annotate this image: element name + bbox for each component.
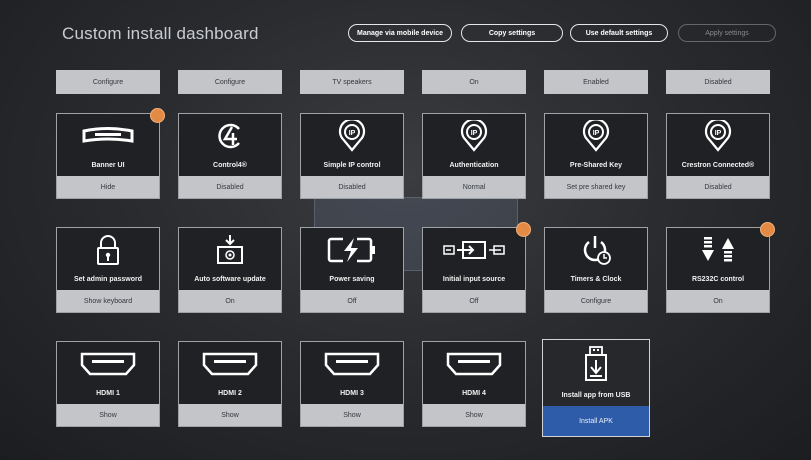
svg-text:IP: IP [593,130,600,137]
apply-settings-button[interactable]: Apply settings [678,24,776,42]
tile-simple-ip-control[interactable]: IP Simple IP control Disabled [300,113,404,199]
tile-value: Disabled [667,176,769,198]
tile-timers-clock[interactable]: Timers & Clock Configure [544,227,648,313]
rs232c-icon [667,228,769,272]
tile-label: HDMI 1 [96,390,120,397]
tile-label: Simple IP control [323,162,381,169]
hdmi-icon [301,342,403,386]
hdmi-icon [57,342,159,386]
tile-install-app-from-usb[interactable]: Install app from USB Install APK [542,339,650,437]
tile-power-saving[interactable]: Power saving Off [300,227,404,313]
ip-pin-icon: IP [667,114,769,158]
top-value-2[interactable]: Configure [178,70,282,94]
tile-control4[interactable]: Control4® Disabled [178,113,282,199]
ip-pin-icon: IP [423,114,525,158]
tile-label: Initial input source [442,276,506,283]
tile-label: HDMI 3 [340,390,364,397]
battery-icon [301,228,403,272]
tile-label: Crestron Connected® [681,162,755,169]
tile-label: Timers & Clock [570,276,622,283]
tile-label: RS232C control [691,276,745,283]
tile-label: Auto software update [194,276,266,283]
tile-hdmi-1[interactable]: HDMI 1 Show [56,341,160,427]
tile-value: Show [179,404,281,426]
manage-via-mobile-button[interactable]: Manage via mobile device [348,24,452,42]
tile-label: Authentication [449,162,499,169]
svg-text:IP: IP [349,130,356,137]
tile-hdmi-4[interactable]: HDMI 4 Show [422,341,526,427]
tile-label: Install app from USB [561,392,631,399]
page-title: Custom install dashboard [62,24,259,43]
tile-hdmi-2[interactable]: HDMI 2 Show [178,341,282,427]
top-value-4[interactable]: On [422,70,526,94]
tile-crestron-connected[interactable]: IP Crestron Connected® Disabled [666,113,770,199]
tile-value: Off [301,290,403,312]
tile-hdmi-3[interactable]: HDMI 3 Show [300,341,404,427]
tile-value: On [667,290,769,312]
tile-label: Set admin password [73,276,143,283]
input-source-icon [423,228,525,272]
ip-pin-icon: IP [301,114,403,158]
tile-value: Set pre shared key [545,176,647,198]
tile-label: HDMI 4 [462,390,486,397]
svg-text:IP: IP [715,130,722,137]
notification-badge [760,222,775,237]
ip-pin-icon: IP [545,114,647,158]
tile-auto-software-update[interactable]: Auto software update On [178,227,282,313]
tile-value: Disabled [179,176,281,198]
top-value-3[interactable]: TV speakers [300,70,404,94]
hdmi-icon [423,342,525,386]
tile-label: Power saving [329,276,375,283]
copy-settings-button[interactable]: Copy settings [461,24,563,42]
notification-badge [516,222,531,237]
notification-badge [150,108,165,123]
tile-value: Disabled [301,176,403,198]
tile-value: Configure [545,290,647,312]
hdmi-icon [179,342,281,386]
tile-value: Normal [423,176,525,198]
tile-value: Show [423,404,525,426]
tile-set-admin-password[interactable]: Set admin password Show keyboard [56,227,160,313]
top-value-1[interactable]: Configure [56,70,160,94]
tile-value: Hide [57,176,159,198]
tile-value: Show [57,404,159,426]
tile-label: Banner UI [91,162,125,169]
download-icon [179,228,281,272]
tile-rs232c-control[interactable]: RS232C control On [666,222,775,313]
tile-value: Off [423,290,525,312]
tile-value[interactable]: Install APK [543,406,649,436]
tile-label: HDMI 2 [218,390,242,397]
use-default-settings-button[interactable]: Use default settings [570,24,668,42]
top-value-6[interactable]: Disabled [666,70,770,94]
usb-install-icon [543,340,649,388]
banner-icon [57,114,159,158]
tile-pre-shared-key[interactable]: IP Pre-Shared Key Set pre shared key [544,113,648,199]
timer-clock-icon [545,228,647,272]
control4-icon [179,114,281,158]
svg-text:IP: IP [471,130,478,137]
tile-label: Pre-Shared Key [569,162,623,169]
lock-icon [57,228,159,272]
tile-label: Control4® [213,162,247,169]
tile-value: Show keyboard [57,290,159,312]
tile-authentication[interactable]: IP Authentication Normal [422,113,526,199]
tile-value: On [179,290,281,312]
tile-value: Show [301,404,403,426]
top-value-5[interactable]: Enabled [544,70,648,94]
tile-banner-ui[interactable]: Banner UI Hide [56,108,165,199]
tile-initial-input-source[interactable]: Initial input source Off [422,222,531,313]
